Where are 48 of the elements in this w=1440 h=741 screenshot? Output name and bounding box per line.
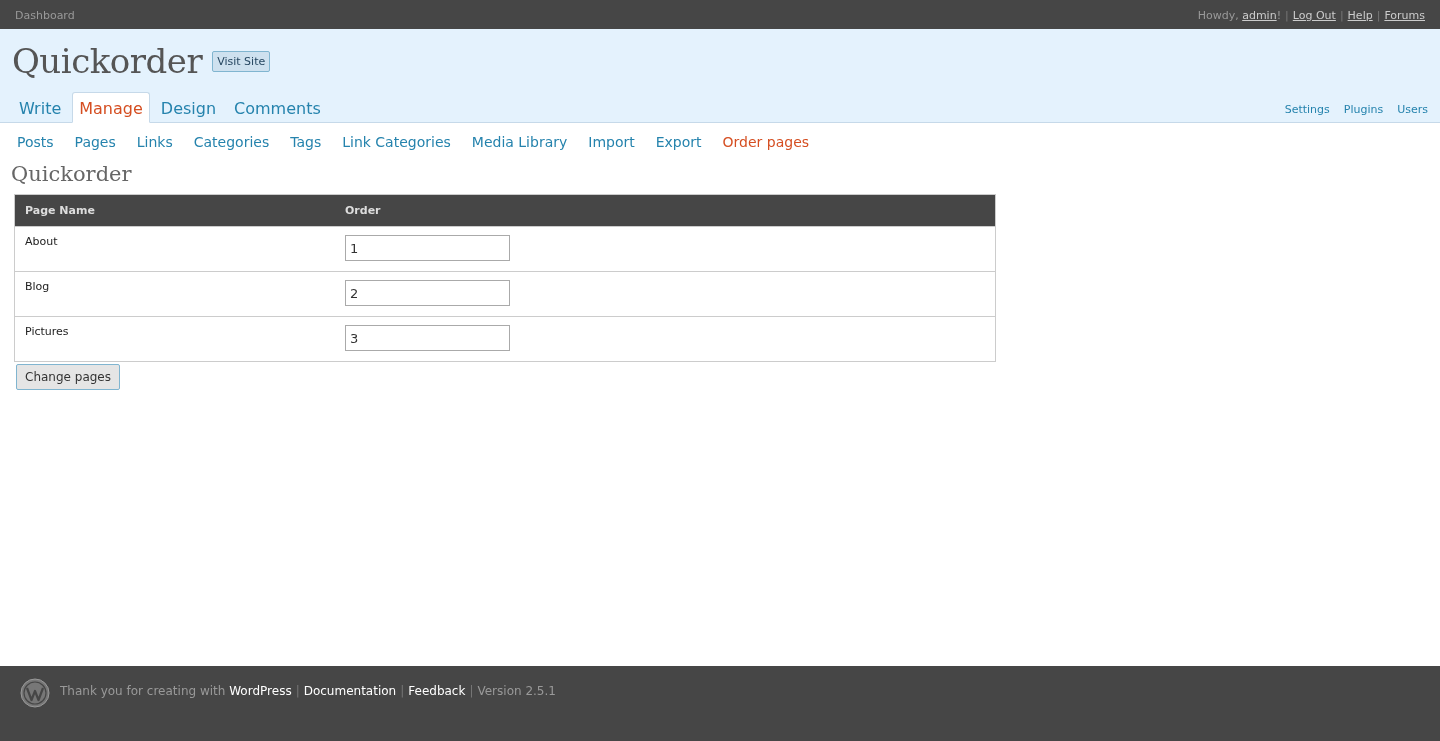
visit-site-button[interactable]: Visit Site (212, 50, 271, 72)
separator: | (1376, 9, 1381, 22)
separator: | (295, 684, 300, 698)
sub-nav-link[interactable]: Media Library (471, 134, 568, 150)
side-link[interactable]: Settings (1284, 103, 1330, 116)
wordpress-logo-icon (20, 678, 50, 708)
site-title: Quickorder (12, 41, 203, 81)
page-name-cell: About (14, 226, 335, 272)
order-input[interactable]: 1 (345, 235, 510, 261)
footer-text: Thank you for creating with (60, 684, 227, 698)
footer-link[interactable]: Documentation (303, 684, 397, 698)
user-link[interactable]: admin (1242, 9, 1277, 22)
footer-link[interactable]: WordPress (229, 684, 292, 698)
side-link[interactable]: Plugins (1343, 103, 1384, 116)
column-header: Order (335, 194, 996, 227)
top-link[interactable]: Forums (1384, 9, 1425, 22)
order-input[interactable]: 3 (345, 325, 510, 351)
separator: | (400, 684, 405, 698)
sub-nav-link[interactable]: Tags (290, 134, 322, 150)
sub-nav-link[interactable]: Import (588, 134, 635, 150)
sub-nav-link[interactable]: Links (136, 134, 173, 150)
page-name-cell: Pictures (14, 316, 335, 362)
order-input[interactable]: 2 (345, 280, 510, 306)
sub-nav-link[interactable]: Export (655, 134, 702, 150)
greeting-text: ! (1276, 9, 1282, 22)
column-header: Page Name (14, 194, 335, 227)
separator: | (1339, 9, 1344, 22)
main-tab[interactable]: Comments (227, 92, 328, 123)
main-tab[interactable]: Design (153, 92, 224, 123)
greeting-text: Howdy, (1197, 9, 1240, 22)
sub-nav-link[interactable]: Posts (17, 134, 54, 150)
sub-nav-link[interactable]: Pages (74, 134, 116, 150)
footer-link[interactable]: Feedback (408, 684, 466, 698)
side-link[interactable]: Users (1397, 103, 1428, 116)
top-link[interactable]: Help (1347, 9, 1373, 22)
main-tab[interactable]: Write (12, 92, 69, 123)
dashboard-link[interactable]: Dashboard (15, 9, 75, 22)
version-text: Version 2.5.1 (477, 684, 556, 698)
sub-nav-link[interactable]: Order pages (722, 134, 810, 150)
sub-nav-link[interactable]: Link Categories (342, 134, 451, 150)
change-pages-button[interactable]: Change pages (16, 364, 120, 390)
top-link[interactable]: Log Out (1292, 9, 1336, 22)
separator: | (1285, 9, 1289, 22)
separator: | (469, 684, 474, 698)
page-name-cell: Blog (14, 271, 335, 317)
page-title: Quickorder (11, 162, 133, 186)
main-tab[interactable]: Manage (72, 92, 150, 123)
sub-nav-link[interactable]: Categories (193, 134, 270, 150)
